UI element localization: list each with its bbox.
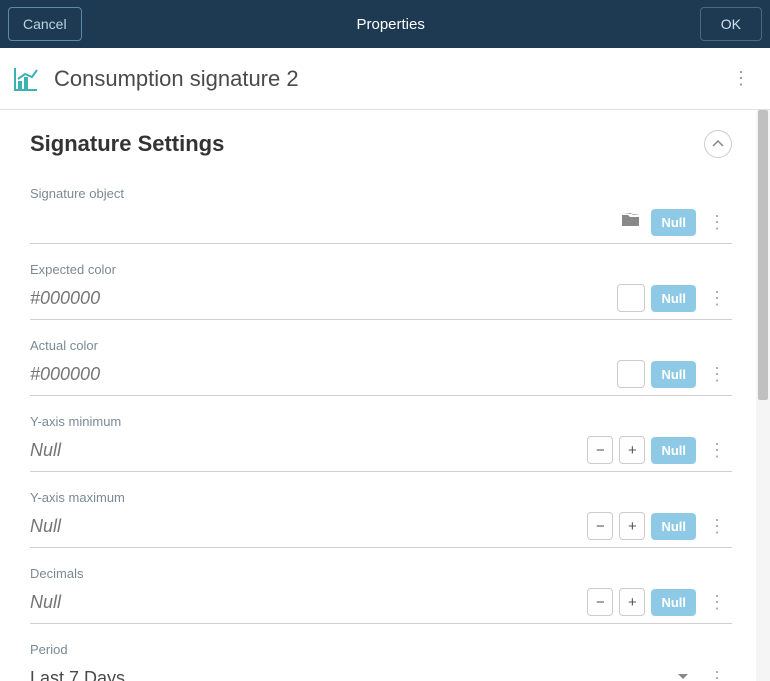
color-swatch[interactable] — [617, 360, 645, 388]
field-row: − + Null ⋮ — [30, 433, 732, 467]
yaxis-min-input[interactable] — [30, 440, 587, 461]
plus-button[interactable]: + — [619, 588, 645, 616]
chart-icon — [12, 65, 40, 93]
field-label: Y-axis maximum — [30, 490, 732, 505]
field-kebab-icon[interactable]: ⋮ — [702, 514, 732, 539]
field-controls: Null ⋮ — [617, 360, 732, 388]
field-controls: − + Null ⋮ — [587, 436, 732, 464]
chevron-down-icon[interactable] — [670, 665, 696, 681]
section-title: Signature Settings — [30, 131, 224, 157]
minus-button[interactable]: − — [587, 436, 613, 464]
section-header: Signature Settings — [30, 130, 732, 158]
cancel-button[interactable]: Cancel — [8, 7, 82, 41]
actual-color-input[interactable] — [30, 364, 617, 385]
expected-color-input[interactable] — [30, 288, 617, 309]
folder-icon[interactable] — [617, 208, 645, 237]
content-wrapper: Signature Settings Signature object Null… — [0, 110, 770, 681]
scrollbar-thumb[interactable] — [758, 110, 768, 400]
field-row: Null ⋮ — [30, 357, 732, 391]
null-button[interactable]: Null — [651, 513, 696, 540]
field-actual-color: Actual color Null ⋮ — [30, 338, 732, 396]
chevron-up-icon — [712, 140, 724, 148]
decimals-input[interactable] — [30, 592, 587, 613]
field-label: Expected color — [30, 262, 732, 277]
minus-button[interactable]: − — [587, 512, 613, 540]
field-kebab-icon[interactable]: ⋮ — [702, 286, 732, 311]
color-swatch[interactable] — [617, 284, 645, 312]
field-row: − + Null ⋮ — [30, 509, 732, 543]
field-period: Period Last 7 Days ⋮ — [30, 642, 732, 681]
field-label: Period — [30, 642, 732, 657]
page-menu-kebab[interactable]: ⋮ — [724, 64, 758, 93]
field-kebab-icon[interactable]: ⋮ — [702, 438, 732, 463]
yaxis-max-input[interactable] — [30, 516, 587, 537]
period-select[interactable]: Last 7 Days — [30, 668, 670, 681]
field-kebab-icon[interactable]: ⋮ — [702, 666, 732, 681]
field-row: Last 7 Days ⋮ — [30, 661, 732, 681]
field-signature-object: Signature object Null ⋮ — [30, 186, 732, 244]
title-row: Consumption signature 2 ⋮ — [0, 48, 770, 110]
field-controls: − + Null ⋮ — [587, 588, 732, 616]
scroll-area: Signature Settings Signature object Null… — [0, 110, 756, 681]
header-title: Properties — [356, 16, 424, 33]
field-decimals: Decimals − + Null ⋮ — [30, 566, 732, 624]
scrollbar-track[interactable] — [756, 110, 770, 681]
null-button[interactable]: Null — [651, 361, 696, 388]
field-label: Decimals — [30, 566, 732, 581]
plus-button[interactable]: + — [619, 436, 645, 464]
header-bar: Cancel Properties OK — [0, 0, 770, 48]
ok-button[interactable]: OK — [700, 7, 762, 41]
null-button[interactable]: Null — [651, 209, 696, 236]
field-yaxis-max: Y-axis maximum − + Null ⋮ — [30, 490, 732, 548]
field-label: Y-axis minimum — [30, 414, 732, 429]
signature-object-input[interactable] — [30, 212, 617, 233]
field-controls: Null ⋮ — [617, 208, 732, 237]
collapse-button[interactable] — [704, 130, 732, 158]
field-controls: Null ⋮ — [617, 284, 732, 312]
field-expected-color: Expected color Null ⋮ — [30, 262, 732, 320]
field-kebab-icon[interactable]: ⋮ — [702, 590, 732, 615]
null-button[interactable]: Null — [651, 437, 696, 464]
field-label: Signature object — [30, 186, 732, 201]
field-label: Actual color — [30, 338, 732, 353]
field-controls: − + Null ⋮ — [587, 512, 732, 540]
null-button[interactable]: Null — [651, 589, 696, 616]
minus-button[interactable]: − — [587, 588, 613, 616]
field-row: Null ⋮ — [30, 205, 732, 239]
plus-button[interactable]: + — [619, 512, 645, 540]
field-kebab-icon[interactable]: ⋮ — [702, 210, 732, 235]
field-yaxis-min: Y-axis minimum − + Null ⋮ — [30, 414, 732, 472]
field-controls: ⋮ — [670, 665, 732, 681]
field-row: Null ⋮ — [30, 281, 732, 315]
field-kebab-icon[interactable]: ⋮ — [702, 362, 732, 387]
page-title: Consumption signature 2 — [54, 66, 724, 92]
null-button[interactable]: Null — [651, 285, 696, 312]
field-row: − + Null ⋮ — [30, 585, 732, 619]
